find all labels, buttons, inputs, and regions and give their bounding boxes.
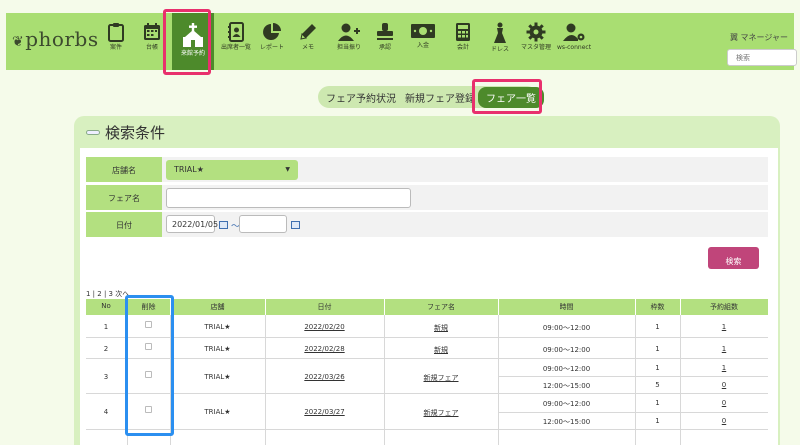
highlight-box-nav xyxy=(163,9,211,75)
date-from-input[interactable]: 2022/01/05 xyxy=(166,215,218,233)
nav-item-master[interactable]: マスタ管理 xyxy=(515,16,557,66)
col-header-date: 日付 xyxy=(317,303,332,311)
highlight-box-delete-column xyxy=(125,295,174,436)
nav-label: ws-connect xyxy=(556,44,592,51)
row-time: 12:00〜15:00 xyxy=(542,382,591,390)
calendar-icon xyxy=(144,23,160,40)
header-search-input[interactable]: 検索 xyxy=(727,49,797,66)
nav-item-memo[interactable]: メモ xyxy=(287,16,329,66)
pagination[interactable]: 1 | 2 | 3 次へ xyxy=(86,289,129,299)
nav-item-ws-connect[interactable]: ws-connect xyxy=(553,16,595,66)
nav-label: 会計 xyxy=(456,44,469,51)
nav-item-accounting[interactable]: 会計 xyxy=(442,16,484,66)
date-label: 日付 xyxy=(86,212,162,237)
col-header-slots: 枠数 xyxy=(650,303,665,311)
sub-row-divider xyxy=(498,412,768,413)
col-header-fair: フェア名 xyxy=(427,303,455,311)
nav-label: メモ xyxy=(301,44,314,51)
clipboard-icon xyxy=(108,23,124,42)
row-store: TRIAL★ xyxy=(204,323,231,331)
logo-text: phorbs xyxy=(25,27,99,51)
caret-down-icon: ▼ xyxy=(285,166,290,173)
manager-name[interactable]: 翼 マネージャー xyxy=(730,32,788,43)
calculator-icon xyxy=(456,23,470,41)
col-divider xyxy=(680,315,681,445)
fair-label: フェア名 xyxy=(86,185,162,210)
col-header-no: No xyxy=(101,302,111,310)
row-no: 3 xyxy=(103,373,109,381)
row-slot-count: 1 xyxy=(655,323,660,331)
row-date-link[interactable]: 2022/03/26 xyxy=(265,373,384,381)
row-no: 4 xyxy=(103,408,109,416)
calendar-icon[interactable] xyxy=(219,221,228,229)
row-store: TRIAL★ xyxy=(204,345,231,353)
store-select[interactable]: TRIAL★ ▼ xyxy=(166,160,298,180)
row-fair-link[interactable]: 新規 xyxy=(384,345,498,355)
contact-book-icon xyxy=(228,22,244,42)
row-store: TRIAL★ xyxy=(204,373,231,381)
row-date-link[interactable]: 2022/02/20 xyxy=(265,323,384,331)
row-date-link[interactable]: 2022/02/28 xyxy=(265,345,384,353)
col-header-reserved: 予約組数 xyxy=(710,303,738,311)
nav-item-payment[interactable]: 入金 xyxy=(402,16,444,66)
search-button[interactable]: 検索 xyxy=(708,247,759,269)
nav-label: マスタ管理 xyxy=(520,44,551,51)
pencil-icon xyxy=(300,24,316,40)
row-reserved-link[interactable]: 0 xyxy=(680,381,768,389)
store-select-value: TRIAL★ xyxy=(174,165,204,174)
gear-icon xyxy=(526,22,546,42)
fair-name-input[interactable] xyxy=(166,188,411,208)
row-reserved-link[interactable]: 0 xyxy=(680,417,768,425)
row-time: 09:00〜12:00 xyxy=(542,365,591,373)
date-to-input[interactable] xyxy=(239,215,287,233)
app-logo[interactable]: ❦phorbs xyxy=(12,27,99,51)
panel-title: 検索条件 xyxy=(105,124,166,142)
calendar-icon[interactable] xyxy=(291,221,300,229)
row-no: 2 xyxy=(103,345,109,353)
row-reserved-link[interactable]: 1 xyxy=(680,345,768,353)
nav-label: 承認 xyxy=(378,44,391,51)
row-slot-count: 1 xyxy=(655,417,660,425)
row-time: 09:00〜12:00 xyxy=(542,324,591,332)
row-time: 12:00〜15:00 xyxy=(542,418,591,426)
row-slot-count: 1 xyxy=(655,345,660,353)
row-slot-count: 1 xyxy=(655,399,660,407)
row-date-link[interactable]: 2022/03/27 xyxy=(265,408,384,416)
row-fair-link[interactable]: 新規フェア xyxy=(384,373,498,383)
highlight-box-tab xyxy=(472,79,542,114)
top-header: ❦phorbs 案件 台帳 来館予約 出席者一覧 レポート メモ 担当振り 承認… xyxy=(6,13,797,70)
leaf-icon: ❦ xyxy=(12,34,25,50)
collapse-toggle[interactable] xyxy=(86,130,100,135)
row-time: 09:00〜12:00 xyxy=(542,346,591,354)
row-no: 1 xyxy=(103,323,109,331)
row-slot-count: 1 xyxy=(655,364,660,372)
row-reserved-link[interactable]: 1 xyxy=(680,364,768,372)
store-label: 店舗名 xyxy=(86,157,162,182)
tab-fair-reservation-status[interactable]: フェア予約状況 xyxy=(326,90,396,105)
nav-item-approval[interactable]: 承認 xyxy=(364,16,406,66)
row-reserved-link[interactable]: 0 xyxy=(680,399,768,407)
row-fair-link[interactable]: 新規 xyxy=(384,323,498,333)
nav-label: 入金 xyxy=(416,42,429,49)
row-store: TRIAL★ xyxy=(204,408,231,416)
row-time: 09:00〜12:00 xyxy=(542,400,591,408)
money-icon xyxy=(411,24,435,38)
pie-chart-icon xyxy=(263,23,281,40)
tab-new-fair[interactable]: 新規フェア登録 xyxy=(405,90,475,105)
col-header-store: 店舗 xyxy=(210,303,225,311)
dress-icon xyxy=(494,22,506,43)
sub-row-divider xyxy=(498,376,768,377)
add-user-icon xyxy=(338,23,360,41)
col-header-time: 時間 xyxy=(559,303,574,311)
row-reserved-link[interactable]: 1 xyxy=(680,323,768,331)
row-slot-count: 5 xyxy=(655,381,660,389)
user-gear-icon xyxy=(563,23,585,41)
row-fair-link[interactable]: 新規フェア xyxy=(384,408,498,418)
col-divider xyxy=(635,315,636,445)
stamp-icon xyxy=(377,23,393,40)
